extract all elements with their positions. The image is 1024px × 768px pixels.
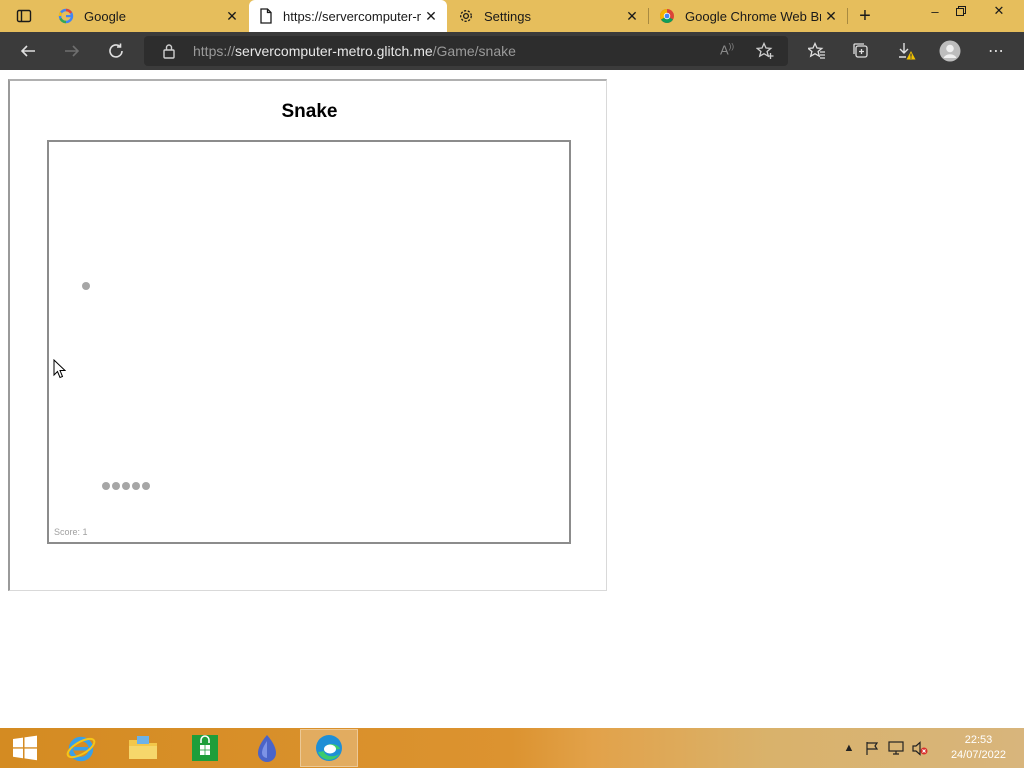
show-hidden-icons-button[interactable]: ▲: [841, 740, 857, 756]
add-favorite-icon[interactable]: [756, 42, 774, 60]
chevron-up-icon: ▲: [843, 742, 855, 754]
tab-title: Google: [84, 8, 126, 24]
internet-explorer-icon: [66, 736, 96, 762]
download-warning-icon: [899, 43, 916, 60]
clock[interactable]: 22:53 24/07/2022: [951, 733, 1006, 763]
snake-segment: [142, 482, 150, 490]
lock-icon: [163, 44, 175, 59]
close-icon: ✕: [993, 3, 1005, 18]
start-button[interactable]: [0, 729, 50, 767]
tab-settings[interactable]: Settings ✕: [448, 0, 648, 32]
snake-segment: [132, 482, 140, 490]
close-icon[interactable]: ✕: [222, 6, 242, 26]
snake-segment: [102, 482, 110, 490]
favorites-button[interactable]: [802, 36, 832, 66]
volume-muted-icon: [912, 740, 928, 756]
taskbar: ▲ 22:53 24/07/2022: [0, 728, 1024, 768]
refresh-button[interactable]: [101, 36, 131, 66]
mouse-cursor-icon: [53, 359, 66, 379]
close-icon[interactable]: ✕: [821, 6, 841, 26]
browser-toolbar: https://servercomputer-metro.glitch.me/G…: [0, 32, 1024, 70]
edge-icon: [316, 735, 342, 761]
minimize-icon: –: [931, 3, 939, 19]
taskbar-app-edge[interactable]: [300, 729, 358, 767]
google-g-icon: [58, 8, 74, 24]
tab-title: https://servercomputer-metro.glitch.me/G…: [283, 8, 421, 24]
restore-button[interactable]: [944, 0, 978, 22]
page-content: Snake Score: 1: [0, 70, 1024, 728]
close-window-button[interactable]: ✕: [981, 0, 1017, 22]
downloads-button[interactable]: [891, 36, 921, 66]
refresh-icon: [109, 43, 123, 58]
snake-segment: [122, 482, 130, 490]
plus-icon: +: [859, 4, 871, 27]
forward-button[interactable]: [57, 36, 87, 66]
game-frame: Snake Score: 1: [8, 79, 607, 591]
forward-arrow-icon: [65, 45, 80, 57]
tab-chrome[interactable]: Google Chrome Web Browser ✕: [649, 0, 847, 32]
network-icon: [888, 740, 904, 755]
read-aloud-icon[interactable]: A)): [720, 42, 738, 60]
chrome-icon: [660, 9, 674, 23]
avatar-icon: [939, 40, 961, 62]
back-button[interactable]: [13, 36, 43, 66]
app-icon: [258, 735, 276, 762]
tab-separator: [847, 8, 848, 24]
snake-segment: [112, 482, 120, 490]
favorites-icon: [808, 42, 825, 59]
url-prefix: https://: [193, 43, 236, 59]
tab-title: Google Chrome Web Browser: [685, 8, 821, 24]
volume-button[interactable]: [912, 740, 928, 756]
tab-actions-icon: [16, 9, 32, 23]
settings-menu-button[interactable]: ⋯: [981, 36, 1011, 66]
close-icon[interactable]: ✕: [421, 6, 441, 26]
taskbar-app-explorer[interactable]: [114, 729, 172, 767]
collections-button[interactable]: [846, 36, 876, 66]
new-tab-button[interactable]: +: [852, 0, 878, 32]
windows-logo-icon: [13, 735, 37, 761]
clock-time: 22:53: [964, 734, 993, 746]
store-icon: [192, 735, 218, 761]
taskbar-app-store[interactable]: [176, 729, 234, 767]
more-icon: ⋯: [988, 43, 1004, 60]
back-arrow-icon: [20, 45, 35, 57]
file-explorer-icon: [129, 736, 157, 759]
tab-snake[interactable]: https://servercomputer-metro.glitch.me/G…: [249, 0, 447, 32]
flag-icon: [865, 741, 878, 755]
page-icon: [260, 8, 272, 24]
action-center-button[interactable]: [864, 740, 880, 756]
snake-food: [82, 282, 90, 290]
address-bar[interactable]: https://servercomputer-metro.glitch.me/G…: [144, 36, 788, 66]
url-host: servercomputer-metro.glitch.me: [235, 43, 433, 59]
tab-actions-button[interactable]: [10, 0, 38, 32]
close-icon[interactable]: ✕: [622, 6, 642, 26]
network-button[interactable]: [888, 740, 904, 756]
url-path: /Game/snake: [432, 43, 516, 59]
system-tray: ▲ 22:53 24/07/2022: [840, 728, 1024, 768]
restore-icon: [956, 6, 966, 16]
tab-strip: Google ✕ https://servercomputer-metro.gl…: [0, 0, 1024, 32]
game-title: Snake: [281, 101, 338, 122]
url-text: https://servercomputer-metro.glitch.me/G…: [193, 43, 516, 59]
clock-date: 24/07/2022: [950, 749, 1006, 761]
taskbar-app-pinned[interactable]: [238, 729, 296, 767]
game-board[interactable]: Score: 1: [47, 140, 571, 544]
collections-icon: [853, 43, 868, 58]
profile-button[interactable]: [935, 36, 965, 66]
gear-icon: [460, 10, 472, 22]
tab-google[interactable]: Google ✕: [48, 0, 248, 32]
score-label: Score: 1: [54, 527, 88, 537]
tab-title: Settings: [484, 8, 531, 24]
taskbar-app-ie[interactable]: [52, 729, 110, 767]
